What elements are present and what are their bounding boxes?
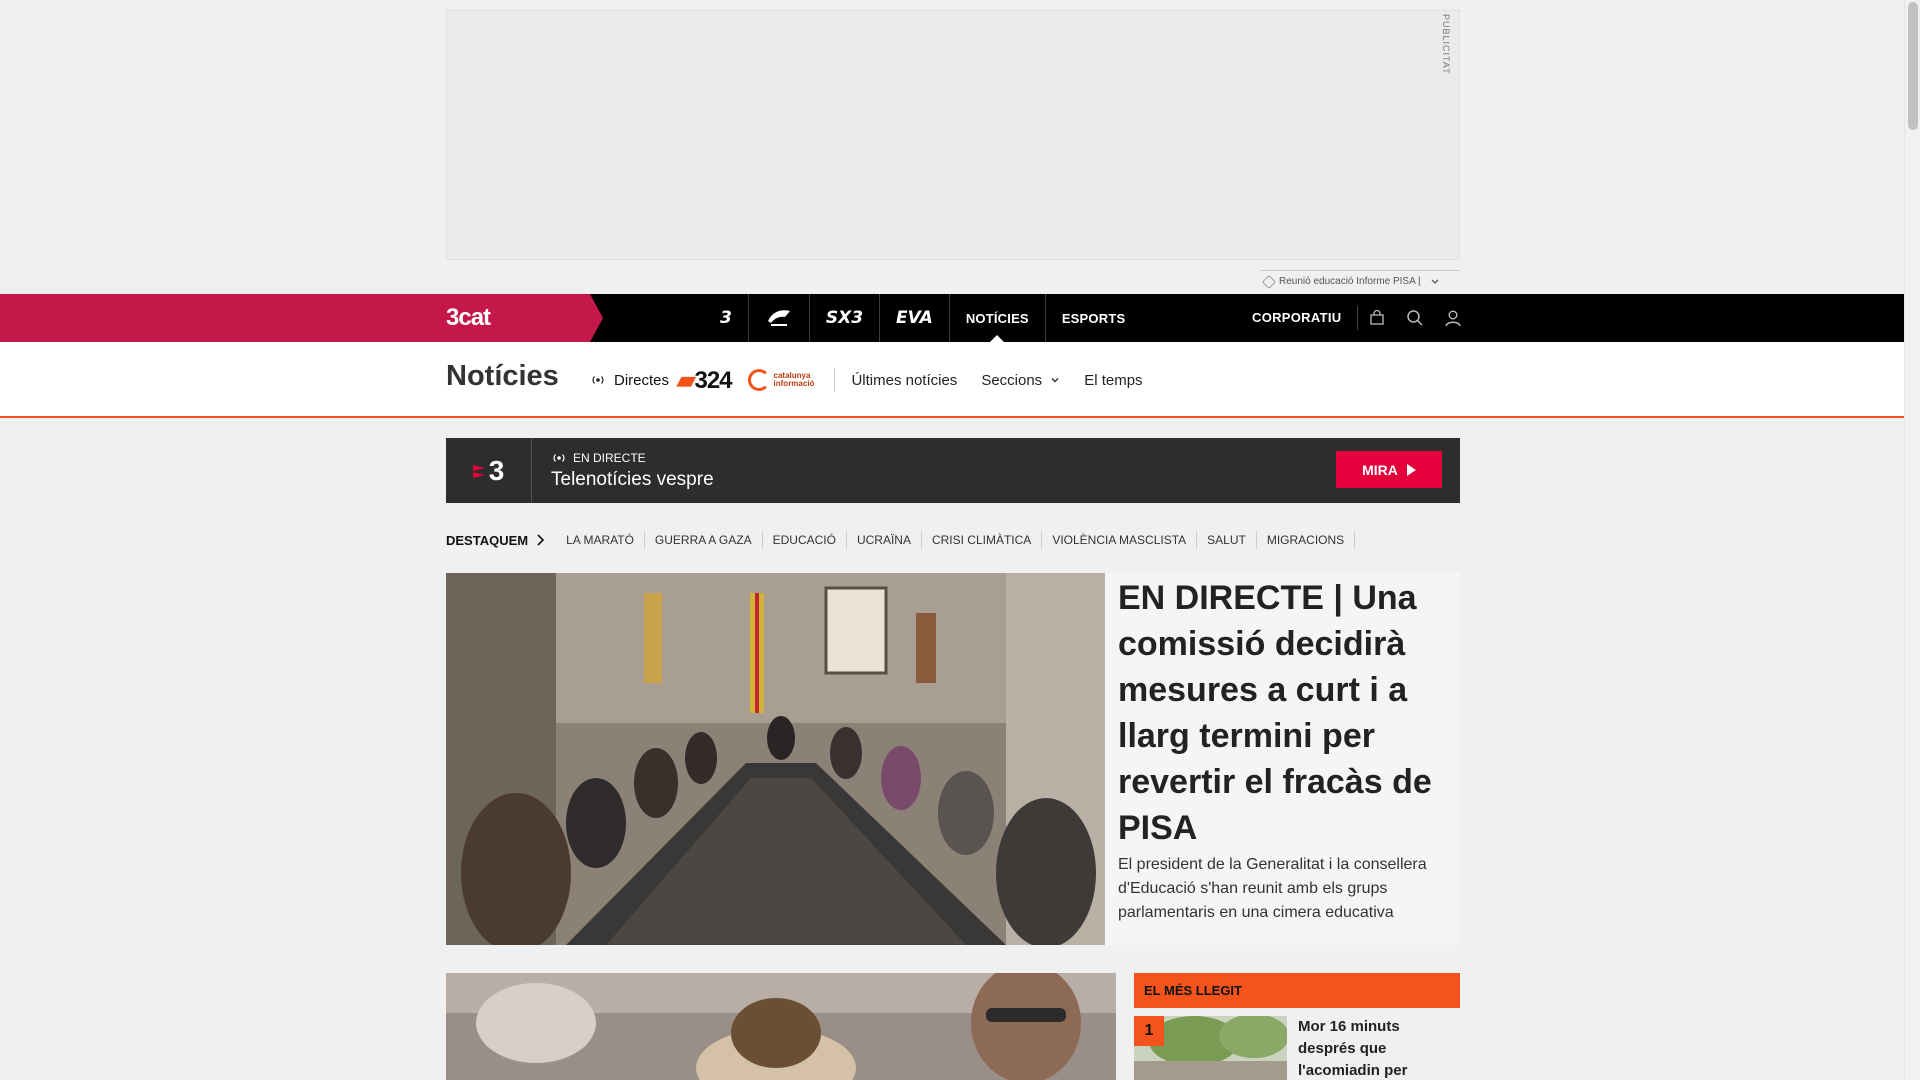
channel-eva[interactable]: EVA <box>880 294 950 342</box>
network-nav: 3cat 3 SX3 EVA NOTÍCIES ESPORTS CORPORAT… <box>0 294 1904 342</box>
highlights-heading-text: DESTAQUEM <box>446 532 529 548</box>
search-button[interactable] <box>1396 294 1434 342</box>
user-button[interactable] <box>1434 294 1472 342</box>
tv3-channel-icon <box>472 464 485 478</box>
ultimes-noticies-link[interactable]: Últimes notícies <box>851 372 957 389</box>
section-header: Notícies Directes ▰324 catalunya informac… <box>0 342 1904 418</box>
section-divider <box>834 368 836 392</box>
corporatiu-link[interactable]: CORPORATIU <box>1240 306 1359 330</box>
scrollbar-thumb[interactable] <box>1908 2 1918 130</box>
channel-esports-label: ESPORTS <box>1061 310 1126 326</box>
live-channel-logo: 3 <box>446 438 532 503</box>
channel-list: 3 SX3 EVA NOTÍCIES ESPORTS <box>704 294 1141 342</box>
shop-button[interactable] <box>1358 294 1396 342</box>
highlight-tag[interactable]: CRISI CLIMÀTICA <box>922 531 1043 549</box>
tag-icon <box>1261 274 1277 289</box>
catradio-logo-icon <box>767 310 790 326</box>
ultimes-noticies-label: Últimes notícies <box>851 371 958 389</box>
watch-live-label: MIRA <box>1362 461 1398 478</box>
most-read-thumb[interactable]: 1 <box>1134 1016 1287 1080</box>
highlight-tag[interactable]: SALUT <box>1197 531 1257 549</box>
shop-bag-icon <box>1370 310 1385 325</box>
highlight-tag[interactable]: LA MARATÓ <box>556 531 645 549</box>
highlight-tag[interactable]: UCRAÏNA <box>847 531 922 549</box>
directes-label: Directes <box>614 371 670 389</box>
live-status-text: EN DIRECTE <box>573 451 646 465</box>
utility-nav: CORPORATIU <box>1240 294 1472 342</box>
channel-noticies[interactable]: NOTÍCIES <box>950 294 1046 342</box>
ad-banner[interactable] <box>446 10 1460 260</box>
user-icon <box>1445 310 1462 327</box>
324-logo[interactable]: ▰324 <box>677 366 733 395</box>
section-nav: Directes ▰324 catalunya informació Últime… <box>590 342 1167 418</box>
live-status: EN DIRECTE <box>551 451 646 465</box>
highlight-tag[interactable]: MIGRACIONS <box>1257 531 1356 549</box>
most-read-rank: 1 <box>1134 1016 1164 1046</box>
el-temps-link[interactable]: El temps <box>1084 372 1142 389</box>
ci-logo-text: catalunya informació <box>773 371 815 388</box>
el-temps-label: El temps <box>1084 371 1143 389</box>
hero-summary: El president de la Generalitat i la cons… <box>1118 856 1427 921</box>
highlights-heading[interactable]: DESTAQUEM <box>446 532 545 548</box>
hero-headline[interactable]: EN DIRECTE | Una comissió decidirà mesur… <box>1118 575 1438 851</box>
live-program-title: Telenotícies vespre <box>551 469 714 490</box>
page-scrollbar[interactable] <box>1904 0 1920 1080</box>
brand-band <box>0 294 603 342</box>
most-read-heading: EL MÉS LLEGIT <box>1134 973 1460 1008</box>
highlights-bar: DESTAQUEM LA MARATÓ GUERRA A GAZA EDUCAC… <box>446 529 1356 551</box>
channel-tv3[interactable]: 3 <box>704 294 749 342</box>
ad-label: PUBLICITAT <box>1441 14 1451 75</box>
chevron-down-icon <box>1051 378 1059 383</box>
meeting-photo-image <box>446 573 1105 945</box>
second-article[interactable] <box>446 973 1116 1080</box>
channel-sx3[interactable]: SX3 <box>810 294 881 342</box>
directes-link[interactable]: Directes <box>590 372 669 389</box>
live-broadcast-icon <box>553 454 565 462</box>
section-title[interactable]: Notícies <box>446 360 559 393</box>
most-read-title[interactable]: Mor 16 minuts després que l'acomiadin pe… <box>1298 1016 1448 1080</box>
chevron-right-icon <box>537 534 545 546</box>
hero-photo[interactable] <box>446 573 1105 945</box>
live-banner[interactable]: 3 EN DIRECTE Telenotícies vespre MIRA <box>446 438 1460 503</box>
ad-topic-tag[interactable]: Reunió educació Informe PISA | <box>1260 270 1460 292</box>
hero-article[interactable]: EN DIRECTE | Una comissió decidirà mesur… <box>446 573 1460 945</box>
highlight-tag[interactable]: VIOLÈNCIA MASCLISTA <box>1042 531 1198 549</box>
sx3-logo-icon: SX3 <box>825 308 864 328</box>
channel-esports[interactable]: ESPORTS <box>1046 294 1142 342</box>
ad-topic-text: Reunió educació Informe PISA | <box>1279 276 1421 287</box>
eva-logo-icon: EVA <box>896 308 933 328</box>
most-read-item[interactable]: 1 Mor 16 minuts després que l'acomiadin … <box>1134 1016 1460 1080</box>
seccions-label: Seccions <box>981 371 1043 389</box>
highlight-tag[interactable]: EDUCACIÓ <box>763 531 847 549</box>
brand-logo[interactable]: 3cat <box>446 304 491 332</box>
live-broadcast-icon <box>592 376 604 384</box>
brand-logo-text: 3cat <box>446 304 491 331</box>
watch-live-button[interactable]: MIRA <box>1336 451 1442 488</box>
most-read-panel: EL MÉS LLEGIT 1 Mor 16 minuts després qu… <box>1134 973 1460 1080</box>
highlight-tag[interactable]: GUERRA A GAZA <box>645 531 763 549</box>
channel-noticies-label: NOTÍCIES <box>965 310 1029 326</box>
channel-catradio[interactable] <box>749 294 810 342</box>
seccions-dropdown[interactable]: Seccions <box>981 372 1060 389</box>
324-logo-text: 324 <box>694 366 732 394</box>
search-icon <box>1407 310 1423 326</box>
chevron-down-icon <box>1431 279 1439 284</box>
parliament-photo-image <box>446 973 1116 1080</box>
catalunya-informacio-logo[interactable]: catalunya informació <box>747 369 815 391</box>
tv3-logo-icon: 3 <box>720 308 732 328</box>
ad-zone: PUBLICITAT Reunió educació Informe PISA … <box>0 0 1904 294</box>
live-channel-text: 3 <box>488 454 505 486</box>
ci-logo-icon <box>747 369 770 391</box>
play-icon <box>1406 463 1416 476</box>
